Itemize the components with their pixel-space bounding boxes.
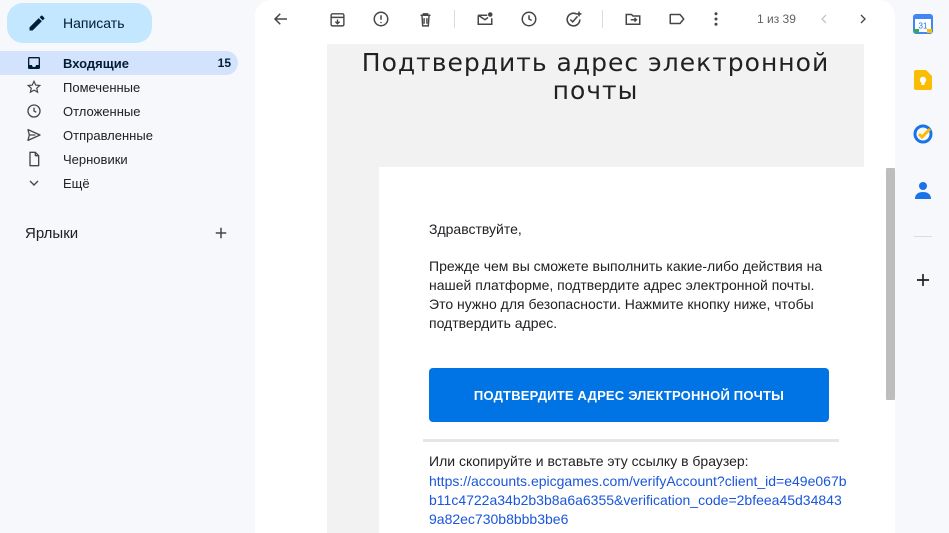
verification-link[interactable]: https://accounts.epicgames.com/verifyAcc… [429,472,849,529]
plus-icon [215,227,227,239]
add-task-icon [565,11,581,27]
label-icon [669,13,685,25]
sidebar-item-more[interactable]: Ещё [0,171,238,195]
pencil-icon [29,15,45,31]
chevron-left-icon [821,14,827,24]
get-addons-button[interactable] [913,270,933,290]
side-panel-rail: 31 [896,0,949,533]
pagination-text: 1 из 39 [757,12,796,26]
calendar-button[interactable]: 31 [913,14,933,34]
move-to-button[interactable] [622,8,644,30]
sidebar-item-drafts[interactable]: Черновики [0,147,238,171]
contacts-button[interactable] [913,180,933,200]
sidebar-item-label: Черновики [63,152,128,167]
older-button[interactable] [852,8,874,30]
add-addon-icon [917,274,929,286]
keep-button[interactable] [913,70,933,90]
contacts-icon [915,182,931,199]
sidebar-item-snoozed[interactable]: Отложенные [0,99,238,123]
compose-button[interactable]: Написать [7,3,152,43]
draft-icon [26,151,42,167]
more-vert-icon [714,12,718,26]
clock-icon [26,103,42,119]
chevron-right-icon [860,14,866,24]
report-spam-button[interactable] [370,8,392,30]
delete-button[interactable] [414,8,436,30]
sidebar-item-sent[interactable]: Отправленные [0,123,238,147]
snooze-button[interactable] [518,8,540,30]
rail-divider [914,236,932,237]
mark-unread-button[interactable] [474,8,496,30]
svg-text:31: 31 [919,22,928,31]
labels-heading: Ярлыки [25,225,79,242]
toolbar-divider [454,10,455,28]
inbox-icon [26,55,42,71]
message-toolbar: 1 из 39 [255,0,895,40]
sidebar-item-label: Ещё [63,176,90,191]
labels-button[interactable] [666,8,688,30]
mark-unread-icon [477,12,493,25]
scrollbar-thumb[interactable] [886,168,895,400]
greeting-text: Здравствуйте, [429,221,522,237]
message-pane: 1 из 39 Подтвердить адрес электронной по… [255,0,895,533]
send-icon [26,127,42,143]
body-text: Прежде чем вы сможете выполнить какие-ли… [429,258,823,331]
sidebar-item-label: Помеченные [63,80,141,95]
chevron-down-icon [26,175,42,191]
tasks-icon [913,124,933,144]
email-card: Здравствуйте, Прежде чем вы сможете выпо… [379,167,864,533]
move-to-icon [625,13,641,25]
calendar-icon: 31 [913,14,933,34]
add-task-button[interactable] [562,8,584,30]
copy-instructions: Или скопируйте и вставьте эту ссылку в б… [429,453,749,469]
sidebar-item-label: Отложенные [63,104,141,119]
sidebar-item-inbox[interactable]: Входящие 15 [0,51,238,75]
message-body: Подтвердить адрес электронной почты Здра… [255,44,895,533]
archive-button[interactable] [326,8,348,30]
toolbar-divider [602,10,603,28]
unread-count: 15 [217,56,231,70]
star-icon [26,79,42,95]
back-arrow-icon [273,13,287,25]
report-spam-icon [373,11,389,27]
sidebar-item-label: Отправленные [63,128,153,143]
archive-icon [329,12,345,27]
verify-email-button[interactable]: ПОДТВЕРДИТЕ АДРЕС ЭЛЕКТРОННОЙ ПОЧТЫ [429,368,829,422]
compose-label: Написать [63,15,125,31]
keep-icon [914,70,932,90]
tasks-button[interactable] [913,124,933,144]
sidebar-item-label: Входящие [63,56,129,71]
left-sidebar: Написать Входящие 15 Помеченные Отложенн… [0,0,255,533]
back-button[interactable] [270,8,292,30]
divider [423,439,839,442]
snooze-icon [521,11,537,27]
sidebar-item-starred[interactable]: Помеченные [0,75,238,99]
email-heading: Подтвердить адрес электронной почты [361,48,830,105]
delete-icon [420,12,430,27]
add-label-button[interactable] [212,224,230,242]
more-actions-button[interactable] [705,8,727,30]
newer-button[interactable] [813,8,835,30]
